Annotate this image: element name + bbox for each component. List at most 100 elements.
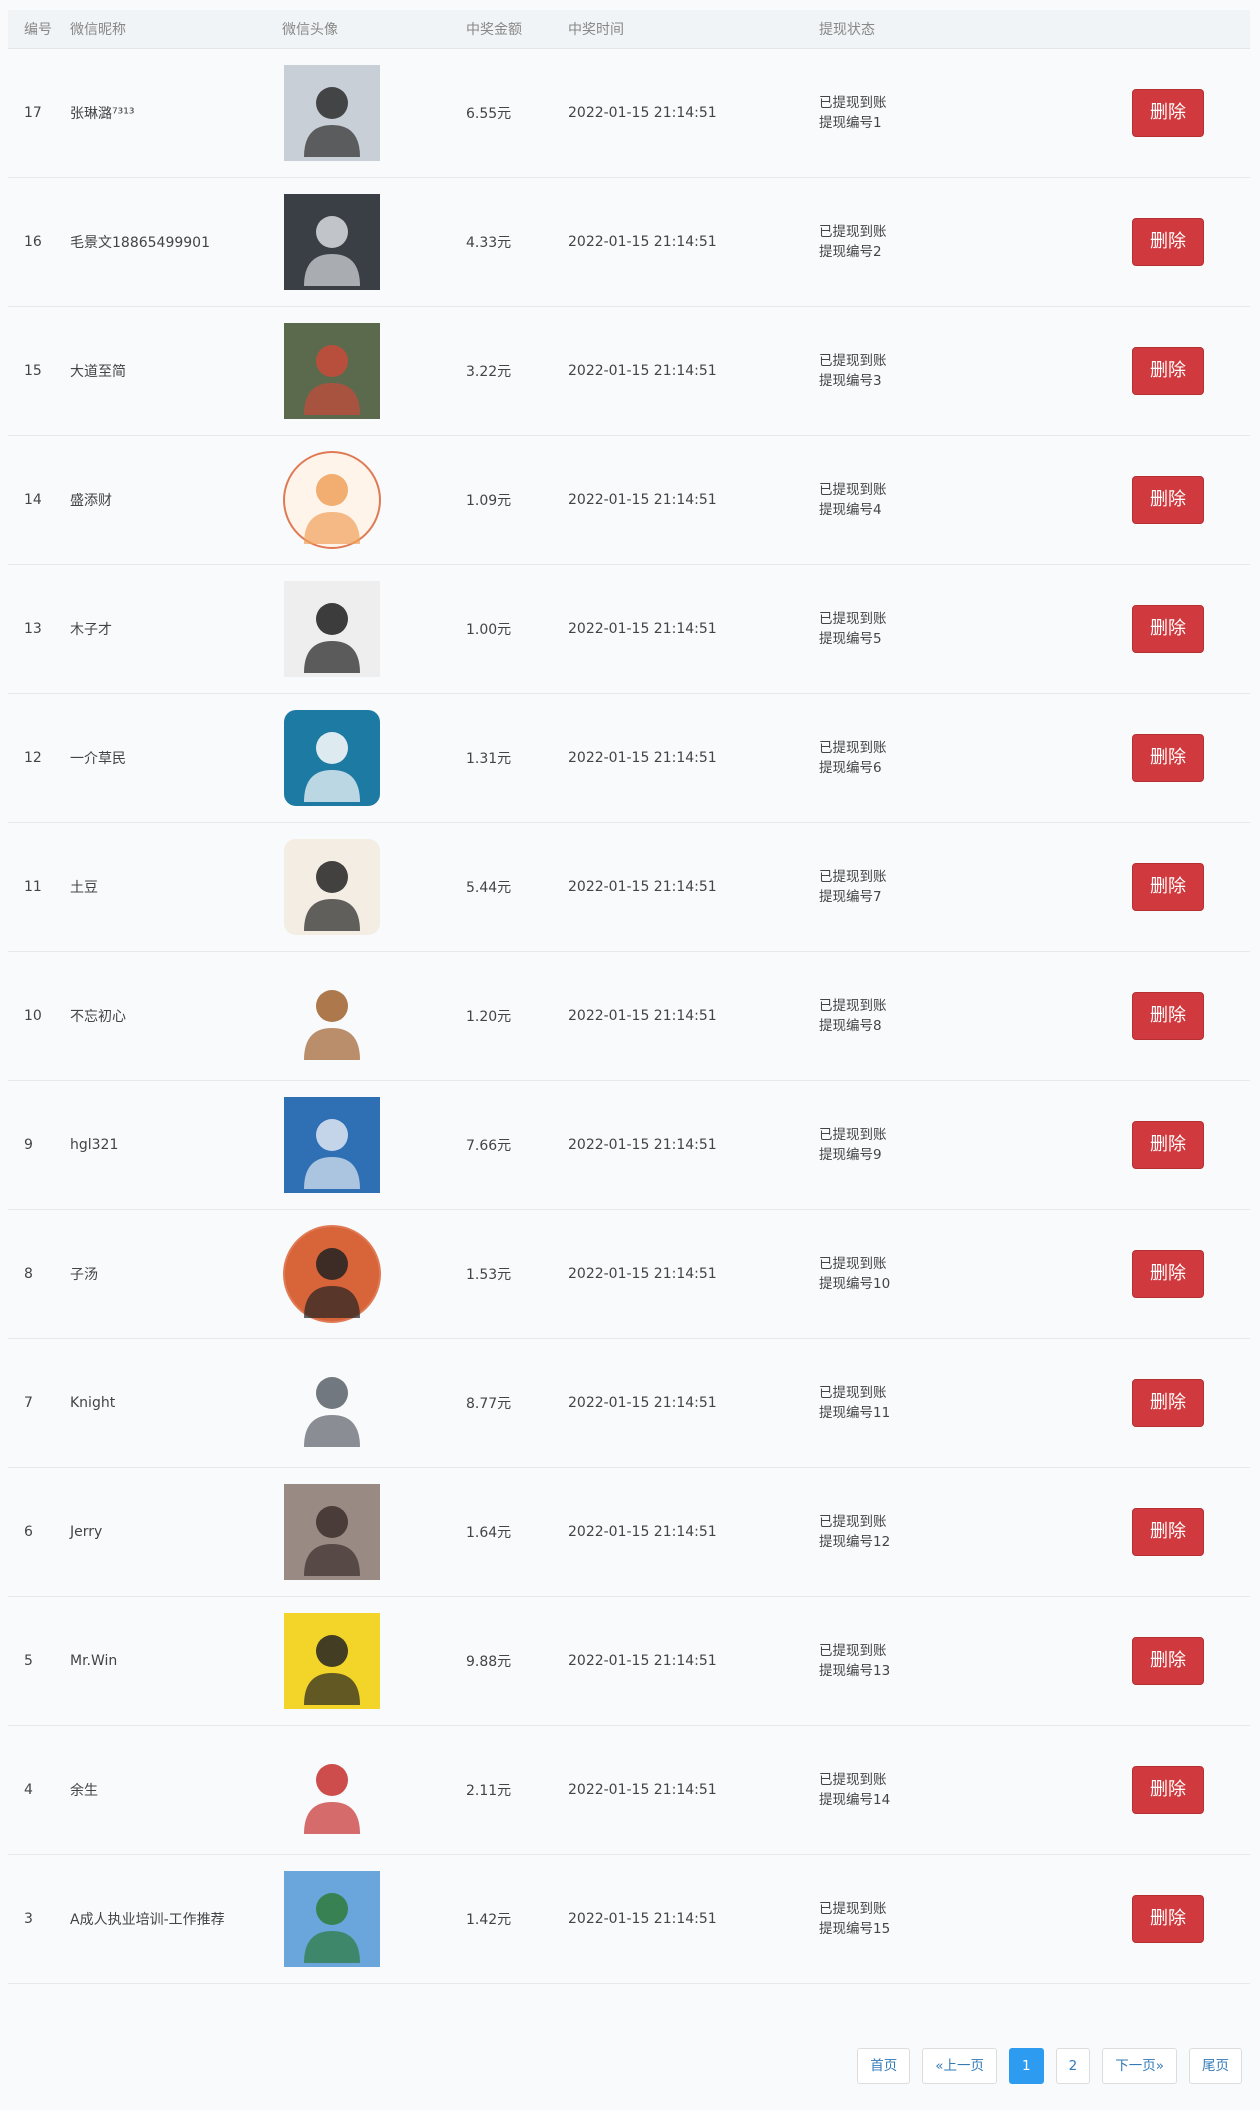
delete-button[interactable]: 删除: [1132, 476, 1204, 524]
row-time: 2022-01-15 21:14:51: [568, 1725, 819, 1855]
delete-button[interactable]: 删除: [1132, 1250, 1204, 1298]
row-id: 11: [8, 822, 70, 952]
avatar-head-shape: [316, 87, 348, 119]
row-time: 2022-01-15 21:14:51: [568, 48, 819, 178]
delete-button[interactable]: 删除: [1132, 1508, 1204, 1556]
table-row: 9 hgl321 7.66元 2022-01-15 21:14:51 已提现到账 提现编号…: [8, 1080, 1250, 1210]
avatar: [282, 63, 382, 163]
avatar: [282, 837, 382, 937]
table-row: 17 张琳潞⁷³¹³ 6.55元 2022-01-15 21:14:51 已提现到账 提现…: [8, 48, 1250, 178]
row-status: 已提现到账 提现编号4: [819, 435, 1132, 565]
row-action: 删除: [1132, 564, 1250, 694]
row-id: 12: [8, 693, 70, 823]
row-time: 2022-01-15 21:14:51: [568, 564, 819, 694]
table-body: 17 张琳潞⁷³¹³ 6.55元 2022-01-15 21:14:51 已提现到账 提现…: [8, 48, 1250, 1984]
delete-button[interactable]: 删除: [1132, 89, 1204, 137]
delete-button[interactable]: 删除: [1132, 347, 1204, 395]
row-nickname: Knight: [70, 1338, 282, 1468]
row-id: 4: [8, 1725, 70, 1855]
row-action: 删除: [1132, 693, 1250, 823]
page-1-button[interactable]: 1: [1009, 2048, 1044, 2084]
table-row: 4 余生 2.11元 2022-01-15 21:14:51 已提现到账 提现编号14 删除: [8, 1725, 1250, 1855]
row-action: 删除: [1132, 435, 1250, 565]
row-amount: 7.66元: [466, 1080, 568, 1210]
portrait-man-suit-icon: [284, 581, 380, 677]
row-avatar-cell: [282, 1338, 466, 1468]
avatar: [282, 1611, 382, 1711]
withdraw-ref: 提现编号1: [819, 115, 882, 131]
row-action: 删除: [1132, 48, 1250, 178]
row-status: 已提现到账 提现编号3: [819, 306, 1132, 436]
row-id: 17: [8, 48, 70, 178]
row-avatar-cell: [282, 1596, 466, 1726]
delete-button[interactable]: 删除: [1132, 1766, 1204, 1814]
delete-button[interactable]: 删除: [1132, 734, 1204, 782]
avatar: [282, 450, 382, 550]
delete-button[interactable]: 删除: [1132, 992, 1204, 1040]
row-action: 删除: [1132, 306, 1250, 436]
row-id: 5: [8, 1596, 70, 1726]
status-text: 已提现到账: [819, 95, 887, 111]
cartoon-faces-icon: [283, 451, 381, 549]
delete-button[interactable]: 删除: [1132, 1121, 1204, 1169]
row-nickname: 子汤: [70, 1209, 282, 1339]
cartoon-boy-icon: [304, 990, 360, 1060]
portrait-woman-icon: [284, 65, 380, 161]
delete-button[interactable]: 删除: [1132, 863, 1204, 911]
next-page-button[interactable]: 下一页»: [1102, 2048, 1177, 2084]
row-action: 删除: [1132, 1209, 1250, 1339]
row-id: 8: [8, 1209, 70, 1339]
pagination: 首页 «上一页 1 2 下一页» 尾页: [857, 2048, 1242, 2084]
avatar: [282, 579, 382, 679]
status-text: 已提现到账: [819, 1901, 887, 1917]
delete-button[interactable]: 删除: [1132, 605, 1204, 653]
row-nickname: 余生: [70, 1725, 282, 1855]
row-status: 已提现到账 提现编号12: [819, 1467, 1132, 1597]
delete-button[interactable]: 删除: [1132, 218, 1204, 266]
withdraw-ref: 提现编号11: [819, 1405, 891, 1421]
parking-lot-photo-icon: [284, 194, 380, 290]
records-table-wrap: 编号 微信昵称 微信头像 中奖金额 中奖时间 提现状态 17 张琳潞⁷³¹³ 6.5…: [8, 10, 1250, 1984]
row-nickname: A成人执业培训-工作推荐: [70, 1854, 282, 1984]
header-action: [1132, 10, 1250, 49]
avatar-head-shape: [316, 216, 348, 248]
row-id: 7: [8, 1338, 70, 1468]
status-text: 已提现到账: [819, 1385, 887, 1401]
avatar-head-shape: [316, 1119, 348, 1151]
delete-button[interactable]: 删除: [1132, 1895, 1204, 1943]
withdraw-ref: 提现编号10: [819, 1276, 891, 1292]
prev-page-button[interactable]: «上一页: [922, 2048, 998, 2084]
row-id: 14: [8, 435, 70, 565]
status-text: 已提现到账: [819, 1127, 887, 1143]
status-text: 已提现到账: [819, 1643, 887, 1659]
avatar: [282, 1353, 382, 1453]
row-action: 删除: [1132, 1596, 1250, 1726]
row-avatar-cell: [282, 1467, 466, 1597]
row-time: 2022-01-15 21:14:51: [568, 1338, 819, 1468]
avatar: [282, 321, 382, 421]
boat-with-flag-icon: [284, 710, 380, 806]
row-amount: 9.88元: [466, 1596, 568, 1726]
header-avatar: 微信头像: [282, 10, 466, 49]
header-status: 提现状态: [819, 10, 1132, 49]
delete-button[interactable]: 删除: [1132, 1637, 1204, 1685]
last-page-button[interactable]: 尾页: [1189, 2048, 1242, 2084]
delete-button[interactable]: 删除: [1132, 1379, 1204, 1427]
row-avatar-cell: [282, 564, 466, 694]
avatar-head-shape: [316, 732, 348, 764]
row-status: 已提现到账提现编号1: [819, 48, 1132, 178]
row-nickname: 木子才: [70, 564, 282, 694]
status-text: 已提现到账: [819, 1772, 887, 1788]
row-avatar-cell: [282, 951, 466, 1081]
row-nickname: 一介草民: [70, 693, 282, 823]
table-row: 7 Knight 8.77元 2022-01-15 21:14:51 已提现到账 提现编号…: [8, 1338, 1250, 1468]
avatar: [282, 1740, 382, 1840]
first-page-button[interactable]: 首页: [857, 2048, 911, 2084]
row-id: 6: [8, 1467, 70, 1597]
status-text: 已提现到账: [819, 611, 887, 627]
table-row: 6 Jerry 1.64元 2022-01-15 21:14:51 已提现到账 提现编号1…: [8, 1467, 1250, 1597]
row-amount: 4.33元: [466, 177, 568, 307]
row-time: 2022-01-15 21:14:51: [568, 822, 819, 952]
page-2-button[interactable]: 2: [1055, 2048, 1091, 2084]
row-status: 已提现到账 提现编号2: [819, 177, 1132, 307]
